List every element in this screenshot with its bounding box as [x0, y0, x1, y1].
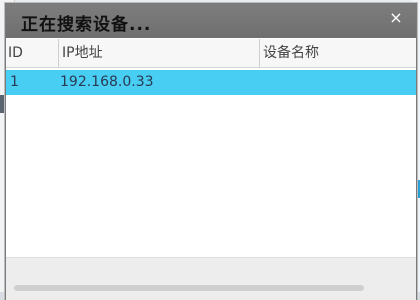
- cell-id: 1: [10, 74, 19, 90]
- cell-ip: 192.168.0.33: [60, 74, 154, 90]
- table-body: 1 192.168.0.33: [6, 68, 416, 258]
- table-header: ID IP地址 设备名称: [6, 39, 416, 68]
- column-header-id[interactable]: ID: [8, 39, 50, 67]
- search-device-dialog: 正在搜索设备... × ID IP地址 设备名称 1 192.168.0.33: [5, 3, 417, 300]
- close-icon[interactable]: ×: [386, 9, 406, 29]
- horizontal-scrollbar[interactable]: [14, 285, 364, 291]
- table-row[interactable]: 1 192.168.0.33: [6, 70, 416, 95]
- dialog-title: 正在搜索设备...: [21, 15, 152, 35]
- dialog-footer: [6, 257, 416, 300]
- column-header-ip[interactable]: IP地址: [58, 39, 258, 67]
- dialog-titlebar[interactable]: 正在搜索设备... ×: [6, 4, 416, 38]
- column-header-device-name[interactable]: 设备名称: [259, 39, 413, 67]
